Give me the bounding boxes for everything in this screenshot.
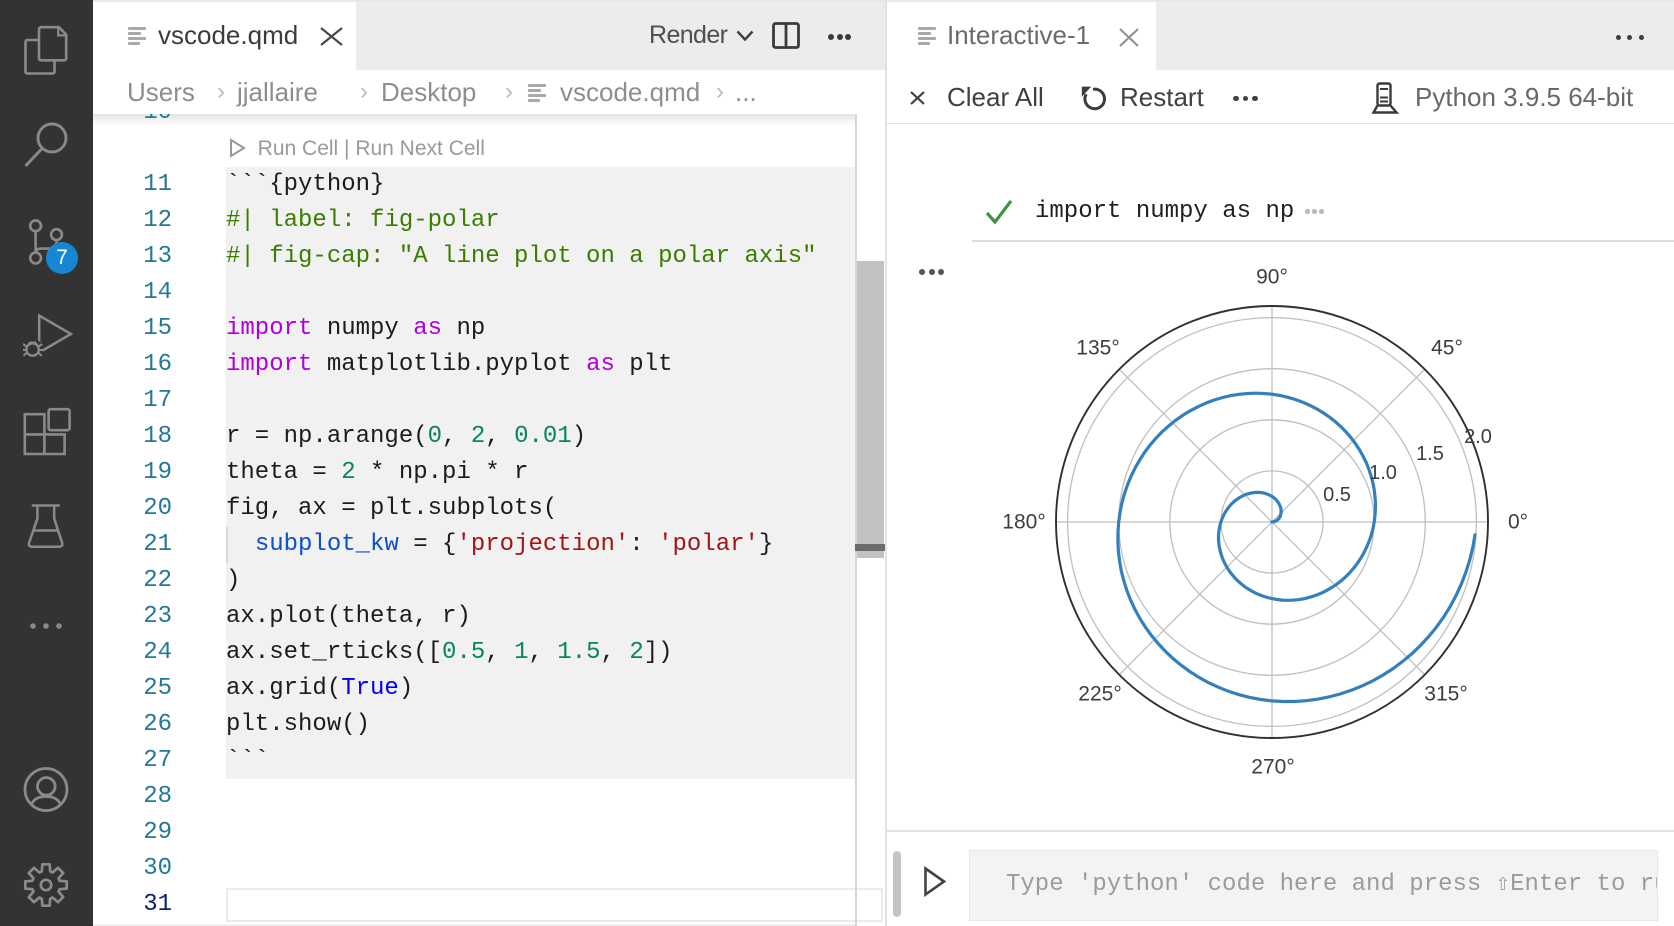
- svg-text:0.5: 0.5: [1323, 484, 1351, 506]
- svg-text:0°: 0°: [1508, 511, 1528, 534]
- svg-text:90°: 90°: [1256, 266, 1288, 289]
- svg-text:1.5: 1.5: [1416, 443, 1444, 465]
- svg-text:180°: 180°: [1002, 511, 1045, 534]
- svg-text:1.0: 1.0: [1369, 462, 1397, 484]
- svg-text:2.0: 2.0: [1464, 426, 1492, 448]
- svg-text:135°: 135°: [1076, 337, 1119, 360]
- svg-text:315°: 315°: [1424, 683, 1467, 706]
- svg-text:225°: 225°: [1078, 683, 1121, 706]
- svg-text:45°: 45°: [1431, 337, 1463, 360]
- svg-text:270°: 270°: [1251, 756, 1294, 779]
